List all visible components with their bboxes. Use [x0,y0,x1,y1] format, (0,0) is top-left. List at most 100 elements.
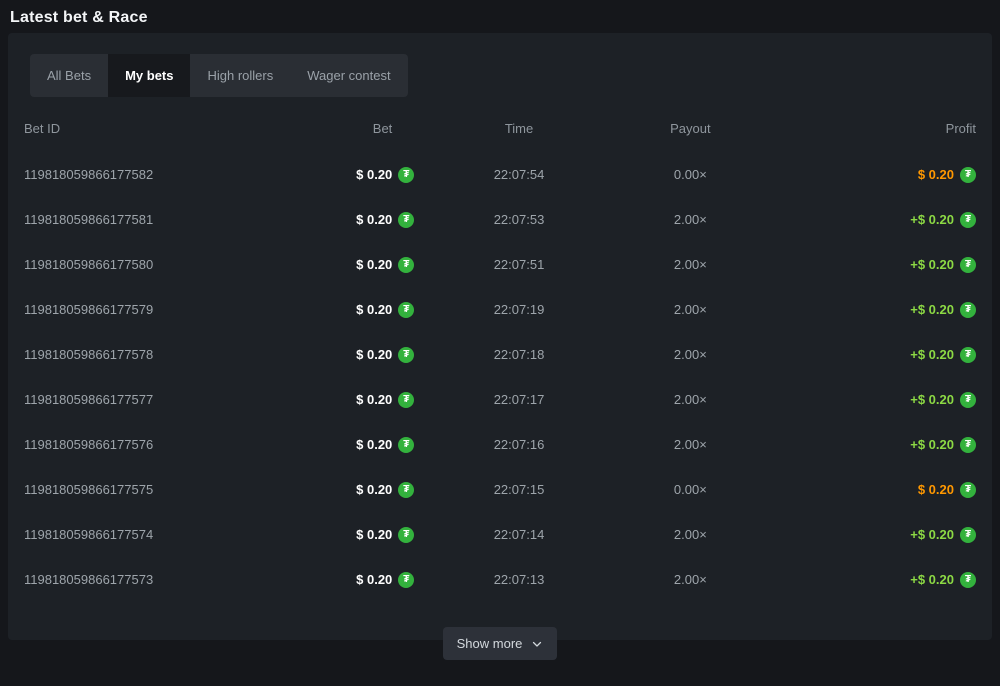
bet-time-cell: 22:07:53 [414,197,623,242]
green-coin-icon: ₮ [960,527,976,543]
bet-id-cell[interactable]: 119818059866177574 [24,512,329,557]
tab-my-bets[interactable]: My bets [108,54,190,97]
bet-time-cell: 22:07:51 [414,242,623,287]
bet-row[interactable]: 119818059866177576$ 0.20₮22:07:162.00×+$… [24,422,976,467]
bet-id-cell[interactable]: 119818059866177578 [24,332,329,377]
bet-profit: +$ 0.20 [910,347,954,362]
tab-all-bets[interactable]: All Bets [30,54,108,97]
bet-payout-cell: 2.00× [624,332,757,377]
green-coin-icon: ₮ [398,392,414,408]
bet-profit: +$ 0.20 [910,302,954,317]
green-coin-icon: ₮ [398,212,414,228]
bet-row[interactable]: 119818059866177574$ 0.20₮22:07:142.00×+$… [24,512,976,557]
green-coin-icon: ₮ [960,257,976,273]
bet-amount: $ 0.20 [356,212,392,227]
bet-payout-cell: 0.00× [624,467,757,512]
bet-row[interactable]: 119818059866177579$ 0.20₮22:07:192.00×+$… [24,287,976,332]
green-coin-icon: ₮ [960,392,976,408]
bet-row[interactable]: 119818059866177580$ 0.20₮22:07:512.00×+$… [24,242,976,287]
bets-panel: All BetsMy betsHigh rollersWager contest… [8,33,992,640]
bet-amount-cell: $ 0.20₮ [329,242,415,287]
bet-id-cell[interactable]: 119818059866177573 [24,557,329,602]
show-more-label: Show more [457,636,523,651]
bet-profit-cell: +$ 0.20 ₮ [757,332,976,377]
green-coin-icon: ₮ [398,257,414,273]
bet-time-cell: 22:07:17 [414,377,623,422]
bet-payout-cell: 2.00× [624,557,757,602]
bet-amount-cell: $ 0.20 ₮ [329,287,415,332]
tab-wager-contest[interactable]: Wager contest [290,54,407,97]
bet-row[interactable]: 119818059866177582$ 0.20₮22:07:540.00×$ … [24,152,976,197]
bet-profit: +$ 0.20 [910,527,954,542]
bet-profit-cell: +$ 0.20 ₮ [757,287,976,332]
bet-amount: $ 0.20 [356,482,392,497]
green-coin-icon: ₮ [960,167,976,183]
green-coin-icon: ₮ [960,482,976,498]
green-coin-icon: ₮ [398,347,414,363]
bet-time-cell: 22:07:14 [414,512,623,557]
green-coin-icon: ₮ [960,302,976,318]
bet-amount-cell: $ 0.20 ₮ [329,197,415,242]
bet-time-cell: 22:07:16 [414,422,623,467]
bet-amount-cell: $ 0.20 ₮ [329,512,415,557]
bet-profit: $ 0.20 [918,167,954,182]
bet-profit-cell: +$ 0.20 ₮ [757,512,976,557]
chevron-down-icon [531,638,543,650]
green-coin-icon: ₮ [398,302,414,318]
bet-row[interactable]: 119818059866177575$ 0.20₮22:07:150.00×$ … [24,467,976,512]
bet-row[interactable]: 119818059866177578$ 0.20₮22:07:182.00×+$… [24,332,976,377]
bet-profit-cell: +$ 0.20 ₮ [757,242,976,287]
bet-row[interactable]: 119818059866177573$ 0.20₮22:07:132.00×+$… [24,557,976,602]
bet-id-cell[interactable]: 119818059866177577 [24,377,329,422]
bet-row[interactable]: 119818059866177581$ 0.20₮22:07:532.00×+$… [24,197,976,242]
bet-profit: +$ 0.20 [910,212,954,227]
bet-profit-cell: +$ 0.20 ₮ [757,197,976,242]
bets-tab-bar: All BetsMy betsHigh rollersWager contest [30,54,408,97]
table-header-row: Bet ID Bet Time Payout Profit [24,117,976,152]
green-coin-icon: ₮ [398,437,414,453]
bet-id-cell[interactable]: 119818059866177580 [24,242,329,287]
bet-amount: $ 0.20 [356,527,392,542]
bet-time-cell: 22:07:18 [414,332,623,377]
bet-row[interactable]: 119818059866177577$ 0.20₮22:07:172.00×+$… [24,377,976,422]
bet-amount: $ 0.20 [356,347,392,362]
bet-id-cell[interactable]: 119818059866177579 [24,287,329,332]
bet-payout-cell: 2.00× [624,242,757,287]
bet-profit-cell: +$ 0.20 ₮ [757,377,976,422]
bet-payout-cell: 2.00× [624,422,757,467]
show-more-button[interactable]: Show more [443,627,558,660]
page-title: Latest bet & Race [10,9,990,27]
bet-id-cell[interactable]: 119818059866177581 [24,197,329,242]
bet-profit-cell: +$ 0.20₮ [757,422,976,467]
bet-id-cell[interactable]: 119818059866177576 [24,422,329,467]
bet-id-cell[interactable]: 119818059866177575 [24,467,329,512]
column-header-payout: Payout [624,117,757,152]
green-coin-icon: ₮ [960,212,976,228]
tab-high-rollers[interactable]: High rollers [190,54,290,97]
bet-amount-cell: $ 0.20₮ [329,467,415,512]
green-coin-icon: ₮ [960,347,976,363]
bet-amount: $ 0.20 [356,302,392,317]
bet-profit: +$ 0.20 [910,257,954,272]
show-more-area: Show more [24,602,976,686]
column-header-bet-id: Bet ID [24,117,329,152]
section-header: Latest bet & Race [0,0,1000,33]
column-header-time: Time [414,117,623,152]
column-header-profit: Profit [757,117,976,152]
green-coin-icon: ₮ [398,572,414,588]
bet-payout-cell: 2.00× [624,287,757,332]
bet-payout-cell: 2.00× [624,197,757,242]
bet-amount-cell: $ 0.20₮ [329,152,415,197]
green-coin-icon: ₮ [960,572,976,588]
green-coin-icon: ₮ [398,527,414,543]
green-coin-icon: ₮ [398,167,414,183]
bet-profit: +$ 0.20 [910,392,954,407]
bets-table-body: 119818059866177582$ 0.20₮22:07:540.00×$ … [24,152,976,602]
bet-profit-cell: +$ 0.20 ₮ [757,557,976,602]
bet-id-cell[interactable]: 119818059866177582 [24,152,329,197]
bet-profit: +$ 0.20 [910,572,954,587]
bet-profit-cell: $ 0.20₮ [757,467,976,512]
bet-time-cell: 22:07:13 [414,557,623,602]
bet-amount-cell: $ 0.20₮ [329,377,415,422]
green-coin-icon: ₮ [960,437,976,453]
